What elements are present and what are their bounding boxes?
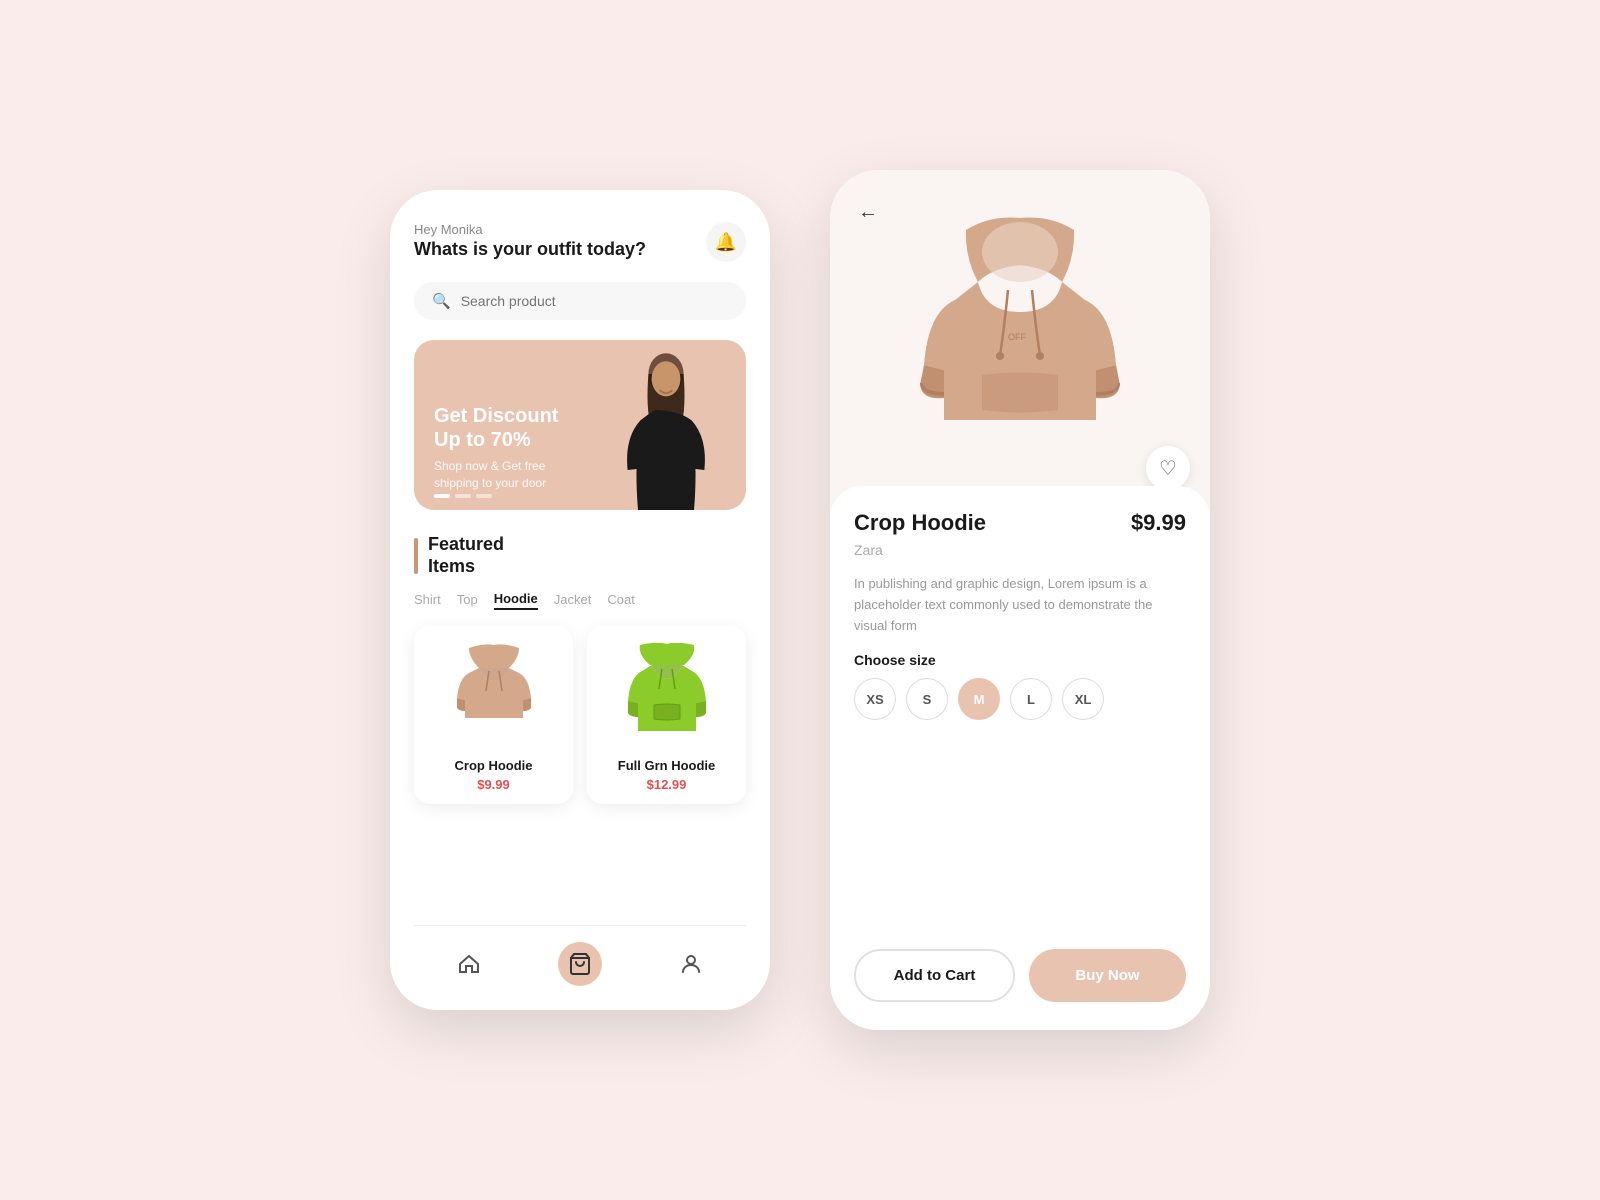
home-icon[interactable] (447, 942, 491, 986)
phone-home: Hey Monika Whats is your outfit today? 🔔… (390, 190, 770, 1010)
products-row: Crop Hoodie $9.99 (414, 626, 746, 804)
tab-jacket[interactable]: Jacket (554, 591, 592, 610)
back-arrow-icon: ← (858, 201, 878, 224)
product-price-grn-hoodie: $12.99 (647, 777, 687, 792)
add-to-cart-button[interactable]: Add to Cart (854, 949, 1015, 1002)
product-image-grn-hoodie (599, 638, 734, 748)
banner-indicators (434, 494, 492, 498)
product-name-grn-hoodie: Full Grn Hoodie (618, 758, 716, 773)
tab-hoodie[interactable]: Hoodie (494, 591, 538, 610)
bottom-navigation (414, 925, 746, 1010)
size-label: Choose size (854, 652, 1186, 668)
size-selector: Choose size XS S M L XL (854, 652, 1186, 720)
product-brand: Zara (854, 542, 1186, 558)
cart-icon[interactable] (558, 942, 602, 986)
svg-text:OFF: OFF (1008, 332, 1026, 342)
notification-button[interactable]: 🔔 (706, 222, 746, 262)
greeting-main: Whats is your outfit today? (414, 239, 646, 260)
back-button[interactable]: ← (850, 194, 886, 230)
wishlist-button[interactable]: ♡ (1146, 446, 1190, 490)
nav-profile[interactable] (669, 942, 713, 986)
filter-tabs: Shirt Top Hoodie Jacket Coat (414, 591, 746, 610)
banner-title: Get DiscountUp to 70% (434, 404, 558, 452)
product-description: In publishing and graphic design, Lorem … (854, 574, 1186, 636)
featured-section-header: FeaturedItems (414, 534, 746, 577)
product-name-crop-hoodie: Crop Hoodie (455, 758, 533, 773)
size-options: XS S M L XL (854, 678, 1186, 720)
banner-figure (586, 340, 746, 510)
product-price: $9.99 (1131, 510, 1186, 536)
section-accent-bar (414, 538, 418, 574)
tab-top[interactable]: Top (457, 591, 478, 610)
tab-shirt[interactable]: Shirt (414, 591, 441, 610)
greeting-block: Hey Monika Whats is your outfit today? (414, 222, 646, 260)
banner-dot-1 (434, 494, 450, 498)
bell-icon: 🔔 (715, 232, 737, 253)
buy-now-button[interactable]: Buy Now (1029, 949, 1186, 1002)
banner-dot-3 (476, 494, 492, 498)
product-image-crop-hoodie (426, 638, 561, 748)
promo-banner[interactable]: Get DiscountUp to 70% Shop now & Get fre… (414, 340, 746, 510)
size-xl[interactable]: XL (1062, 678, 1104, 720)
heart-icon: ♡ (1159, 456, 1177, 481)
product-detail-image: OFF (900, 200, 1140, 480)
search-bar[interactable]: 🔍 (414, 282, 746, 320)
profile-icon[interactable] (669, 942, 713, 986)
size-xs[interactable]: XS (854, 678, 896, 720)
greeting-sub: Hey Monika (414, 222, 646, 237)
phone-detail: ← (830, 170, 1210, 1030)
banner-text-block: Get DiscountUp to 70% Shop now & Get fre… (414, 386, 578, 510)
nav-home[interactable] (447, 942, 491, 986)
product-detail-content: Crop Hoodie $9.99 Zara In publishing and… (830, 486, 1210, 1030)
product-title-row: Crop Hoodie $9.99 (854, 510, 1186, 536)
product-card-grn-hoodie[interactable]: Full Grn Hoodie $12.99 (587, 626, 746, 804)
nav-cart[interactable] (558, 942, 602, 986)
size-l[interactable]: L (1010, 678, 1052, 720)
search-icon: 🔍 (432, 292, 451, 310)
home-header: Hey Monika Whats is your outfit today? 🔔 (414, 222, 746, 262)
size-m[interactable]: M (958, 678, 1000, 720)
product-card-crop-hoodie[interactable]: Crop Hoodie $9.99 (414, 626, 573, 804)
section-title: FeaturedItems (428, 534, 504, 577)
action-buttons: Add to Cart Buy Now (854, 949, 1186, 1002)
search-input[interactable] (461, 293, 728, 309)
product-image-area: ← (830, 170, 1210, 510)
banner-dot-2 (455, 494, 471, 498)
banner-subtitle: Shop now & Get freeshipping to your door (434, 458, 558, 492)
size-s[interactable]: S (906, 678, 948, 720)
product-price-crop-hoodie: $9.99 (477, 777, 510, 792)
product-title: Crop Hoodie (854, 510, 986, 536)
tab-coat[interactable]: Coat (607, 591, 634, 610)
